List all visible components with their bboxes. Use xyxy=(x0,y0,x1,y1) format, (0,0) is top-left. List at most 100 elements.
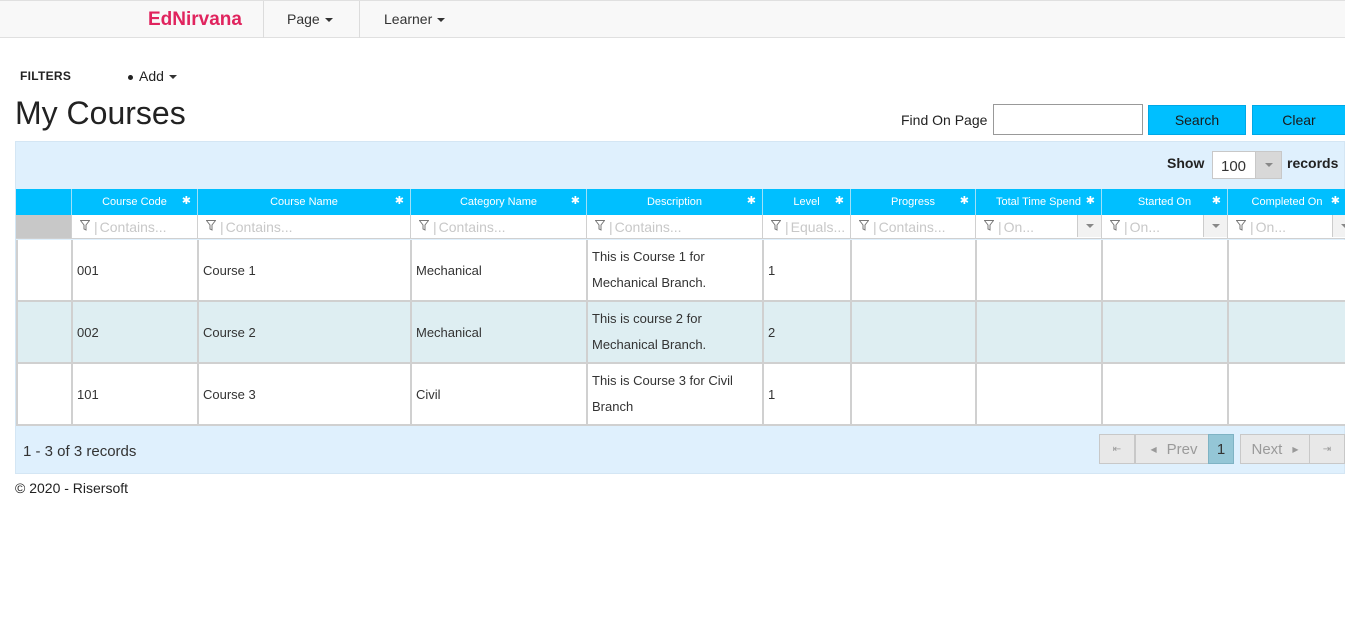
cell-category-name: Mechanical xyxy=(410,302,586,362)
filter-icon xyxy=(206,220,216,231)
header-label: Course Code xyxy=(102,196,167,208)
gear-icon[interactable]: ✱ xyxy=(1212,194,1221,207)
nav-divider xyxy=(263,1,264,38)
last-page-button[interactable]: ⇥ xyxy=(1309,434,1345,464)
first-page-button[interactable]: ⇤ xyxy=(1099,434,1135,464)
table-row[interactable]: 002 Course 2 Mechanical This is course 2… xyxy=(16,302,1345,364)
nav-menu-page[interactable]: Page xyxy=(287,11,333,27)
gear-icon[interactable]: ✱ xyxy=(1331,194,1340,207)
cell-completed-on xyxy=(1227,240,1345,300)
filter-icon xyxy=(859,220,869,231)
records-label: records xyxy=(1287,155,1339,171)
header-label: Started On xyxy=(1137,196,1192,208)
next-page-button[interactable]: Next ▶ xyxy=(1240,434,1310,464)
filter-placeholder: Contains... xyxy=(94,219,167,235)
cell-course-name: Course 2 xyxy=(197,302,410,362)
chevron-down-icon xyxy=(168,75,177,80)
header-label: Level xyxy=(793,196,820,208)
prev-page-button[interactable]: ◀ Prev xyxy=(1135,434,1213,464)
date-dropdown-icon[interactable] xyxy=(1332,215,1345,237)
filter-icon xyxy=(771,220,781,231)
header-started-on[interactable]: Started On ✱ xyxy=(1101,189,1227,215)
header-completed-on[interactable]: Completed On ✱ xyxy=(1227,189,1345,215)
cell-course-code: 101 xyxy=(71,364,197,424)
clear-button[interactable]: Clear xyxy=(1252,105,1345,135)
filter-placeholder: Contains... xyxy=(220,219,293,235)
bullet-icon xyxy=(128,74,133,80)
filter-completed-on[interactable]: On... xyxy=(1227,215,1345,239)
header-total-time-spend[interactable]: Total Time Spend ✱ xyxy=(975,189,1101,215)
date-dropdown-icon[interactable] xyxy=(1203,215,1227,237)
grid-header-row: Course Code ✱ Course Name ✱ Category Name ✱… xyxy=(16,189,1345,215)
cell-completed-on xyxy=(1227,364,1345,424)
add-filter-menu[interactable]: Add xyxy=(128,68,177,84)
nav-menu-learner[interactable]: Learner xyxy=(384,11,446,27)
header-label: Category Name xyxy=(459,196,538,208)
filter-level[interactable]: Equals... xyxy=(762,215,850,239)
filter-icon xyxy=(1236,220,1246,231)
header-label: Description xyxy=(646,196,703,208)
header-course-name[interactable]: Course Name ✱ xyxy=(197,189,410,215)
header-category-name[interactable]: Category Name ✱ xyxy=(410,189,586,215)
cell-level: 1 xyxy=(762,364,850,424)
chevron-right-icon: ▶ xyxy=(1292,444,1299,454)
chevron-down-icon xyxy=(437,18,446,23)
find-on-page-input[interactable] xyxy=(993,104,1143,135)
grid-filter-row: Contains... Contains... Contains... Cont… xyxy=(16,215,1345,239)
cell-description: This is Course 3 for Civil Branch xyxy=(586,364,762,424)
grid-pager: 1 - 3 of 3 records ⇤ ◀ Prev 1 Next ▶ ⇥ xyxy=(16,427,1345,473)
header-label: Progress xyxy=(890,196,936,208)
gear-icon[interactable]: ✱ xyxy=(960,194,969,207)
nav-menu-learner-label: Learner xyxy=(384,11,433,27)
filter-total-time-spend[interactable]: On... xyxy=(975,215,1101,239)
cell-category-name: Mechanical xyxy=(410,240,586,300)
filter-icon xyxy=(80,220,90,231)
table-row[interactable]: 001 Course 1 Mechanical This is Course 1… xyxy=(16,240,1345,302)
filter-placeholder: Contains... xyxy=(873,219,946,235)
filter-placeholder: On... xyxy=(998,219,1034,235)
cell-total-time-spend xyxy=(975,240,1101,300)
row-select-cell[interactable] xyxy=(16,364,71,424)
table-row[interactable]: 101 Course 3 Civil This is Course 3 for … xyxy=(16,364,1345,426)
header-description[interactable]: Description ✱ xyxy=(586,189,762,215)
search-button[interactable]: Search xyxy=(1148,105,1246,135)
cell-progress xyxy=(850,364,975,424)
filter-category-name[interactable]: Contains... xyxy=(410,215,586,239)
gear-icon[interactable]: ✱ xyxy=(1086,194,1095,207)
filter-progress[interactable]: Contains... xyxy=(850,215,975,239)
next-label: Next xyxy=(1251,440,1283,458)
cell-level: 2 xyxy=(762,302,850,362)
gear-icon[interactable]: ✱ xyxy=(571,194,580,207)
page-size-select[interactable]: 100 xyxy=(1212,151,1282,179)
row-select-cell[interactable] xyxy=(16,302,71,362)
cell-progress xyxy=(850,302,975,362)
filter-row-spacer xyxy=(16,215,71,238)
filter-course-code[interactable]: Contains... xyxy=(71,215,197,239)
footer-copyright: © 2020 - Risersoft xyxy=(15,480,129,496)
filter-description[interactable]: Contains... xyxy=(586,215,762,239)
filter-started-on[interactable]: On... xyxy=(1101,215,1227,239)
filter-placeholder: On... xyxy=(1250,219,1286,235)
gear-icon[interactable]: ✱ xyxy=(395,194,404,207)
dropdown-arrow-icon[interactable] xyxy=(1255,152,1281,178)
row-select-cell[interactable] xyxy=(16,240,71,300)
filters-label: FILTERS xyxy=(20,69,72,83)
cell-total-time-spend xyxy=(975,302,1101,362)
header-select-column xyxy=(16,189,71,215)
gear-icon[interactable]: ✱ xyxy=(747,194,756,207)
gear-icon[interactable]: ✱ xyxy=(182,194,191,207)
filter-course-name[interactable]: Contains... xyxy=(197,215,410,239)
prev-label: Prev xyxy=(1166,440,1198,458)
chevron-down-icon xyxy=(324,18,333,23)
cell-category-name: Civil xyxy=(410,364,586,424)
cell-started-on xyxy=(1101,240,1227,300)
header-progress[interactable]: Progress ✱ xyxy=(850,189,975,215)
date-dropdown-icon[interactable] xyxy=(1077,215,1101,237)
page-number-button[interactable]: 1 xyxy=(1208,434,1234,464)
chevron-left-icon: ◀ xyxy=(1150,444,1157,454)
header-level[interactable]: Level ✱ xyxy=(762,189,850,215)
filter-icon xyxy=(595,220,605,231)
gear-icon[interactable]: ✱ xyxy=(835,194,844,207)
header-course-code[interactable]: Course Code ✱ xyxy=(71,189,197,215)
brand-logo[interactable]: EdNirvana xyxy=(148,9,242,31)
